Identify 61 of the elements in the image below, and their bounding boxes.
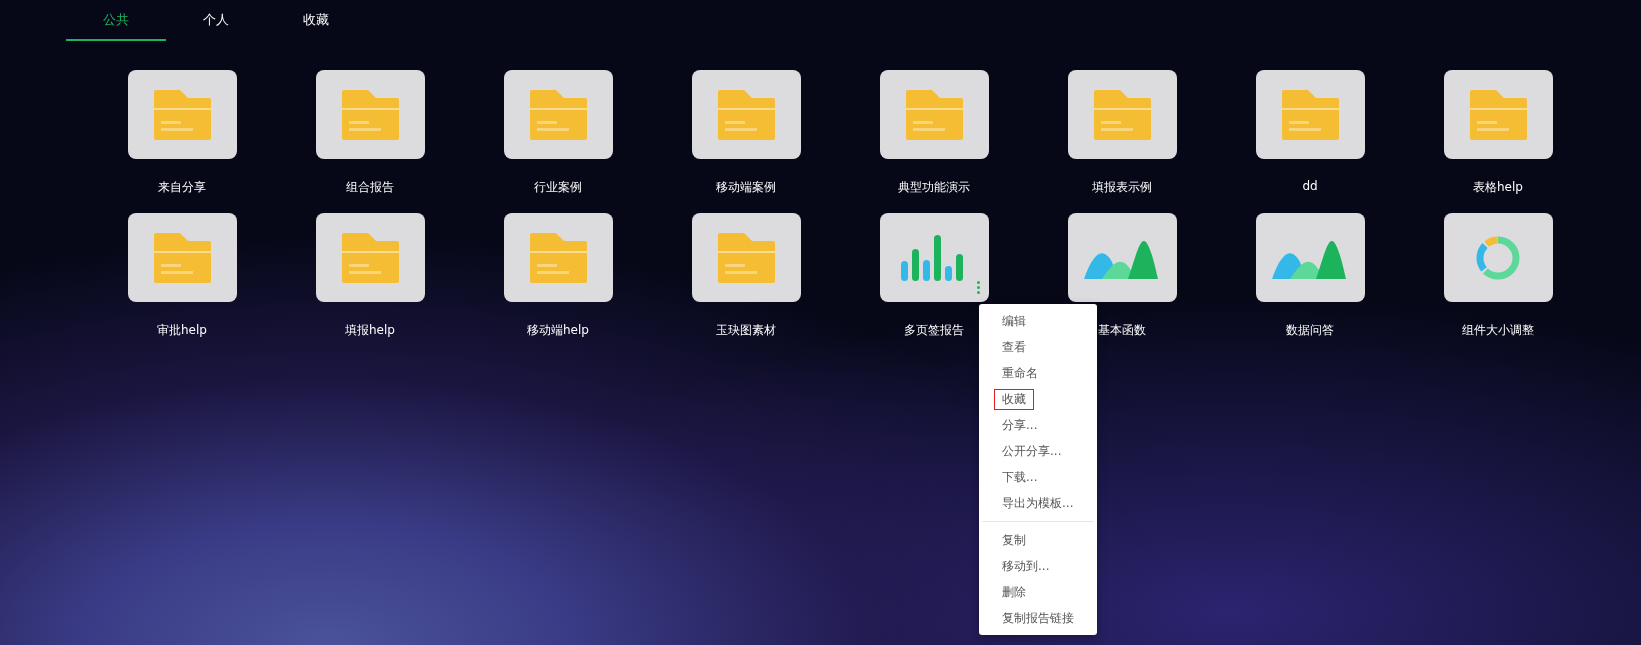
file-card[interactable] <box>127 213 237 302</box>
file-name: dd <box>1302 179 1318 195</box>
folder-icon <box>529 232 587 283</box>
folder-icon <box>529 89 587 140</box>
folder-icon <box>717 232 775 283</box>
file-name: 移动端help <box>527 322 589 339</box>
file-name: 多页签报告 <box>904 322 964 339</box>
file-name: 行业案例 <box>534 179 582 196</box>
more-icon[interactable] <box>976 281 980 294</box>
tab[interactable]: 收藏 <box>266 0 366 41</box>
file-name: 数据问答 <box>1286 322 1334 339</box>
file-card[interactable] <box>1067 213 1177 302</box>
file-card[interactable] <box>1255 70 1365 159</box>
file-name: 表格help <box>1473 179 1523 196</box>
file-name: 玉玦图素材 <box>716 322 776 339</box>
file-card[interactable] <box>879 70 989 159</box>
file-card[interactable] <box>503 213 613 302</box>
file-card[interactable] <box>879 213 989 302</box>
file-card[interactable] <box>127 70 237 159</box>
folder-icon <box>1469 89 1527 140</box>
file-card[interactable] <box>691 213 801 302</box>
tab[interactable]: 个人 <box>166 0 266 41</box>
file-name: 典型功能演示 <box>898 179 970 196</box>
folder-icon <box>1281 89 1339 140</box>
folder-icon <box>153 232 211 283</box>
folder-icon <box>1093 89 1151 140</box>
menu-item[interactable]: 复制 <box>995 530 1033 550</box>
menu-item[interactable]: 下载... <box>995 467 1045 487</box>
file-card[interactable] <box>1443 213 1553 302</box>
file-name: 组件大小调整 <box>1462 322 1534 339</box>
file-name: 填报表示例 <box>1092 179 1152 196</box>
file-name: 来自分享 <box>158 179 206 196</box>
file-card[interactable] <box>315 213 425 302</box>
folder-icon <box>717 89 775 140</box>
file-card[interactable] <box>691 70 801 159</box>
file-name: 组合报告 <box>346 179 394 196</box>
file-name: 审批help <box>157 322 207 339</box>
file-name: 移动端案例 <box>716 179 776 196</box>
menu-item[interactable]: 删除 <box>995 582 1033 602</box>
folder-icon <box>153 89 211 140</box>
file-card[interactable] <box>503 70 613 159</box>
file-card[interactable] <box>1443 70 1553 159</box>
donut-chart-icon <box>1475 234 1521 281</box>
file-name: 填报help <box>345 322 395 339</box>
menu-item[interactable]: 分享... <box>995 415 1045 435</box>
menu-item[interactable]: 编辑 <box>995 311 1033 331</box>
menu-item[interactable]: 查看 <box>995 337 1033 357</box>
file-card[interactable] <box>1255 213 1365 302</box>
folder-icon <box>341 232 399 283</box>
file-card[interactable] <box>1067 70 1177 159</box>
tab[interactable]: 公共 <box>66 0 166 41</box>
menu-item[interactable]: 导出为模板... <box>995 493 1081 513</box>
menu-item[interactable]: 复制报告链接 <box>995 608 1081 628</box>
menu-item[interactable]: 公开分享... <box>995 441 1069 461</box>
menu-item[interactable]: 重命名 <box>995 363 1045 383</box>
file-card[interactable] <box>315 70 425 159</box>
folder-icon <box>341 89 399 140</box>
menu-item[interactable]: 移动到... <box>995 556 1057 576</box>
menu-item[interactable]: 收藏 <box>995 389 1033 409</box>
file-name: 基本函数 <box>1098 322 1146 339</box>
folder-icon <box>905 89 963 140</box>
